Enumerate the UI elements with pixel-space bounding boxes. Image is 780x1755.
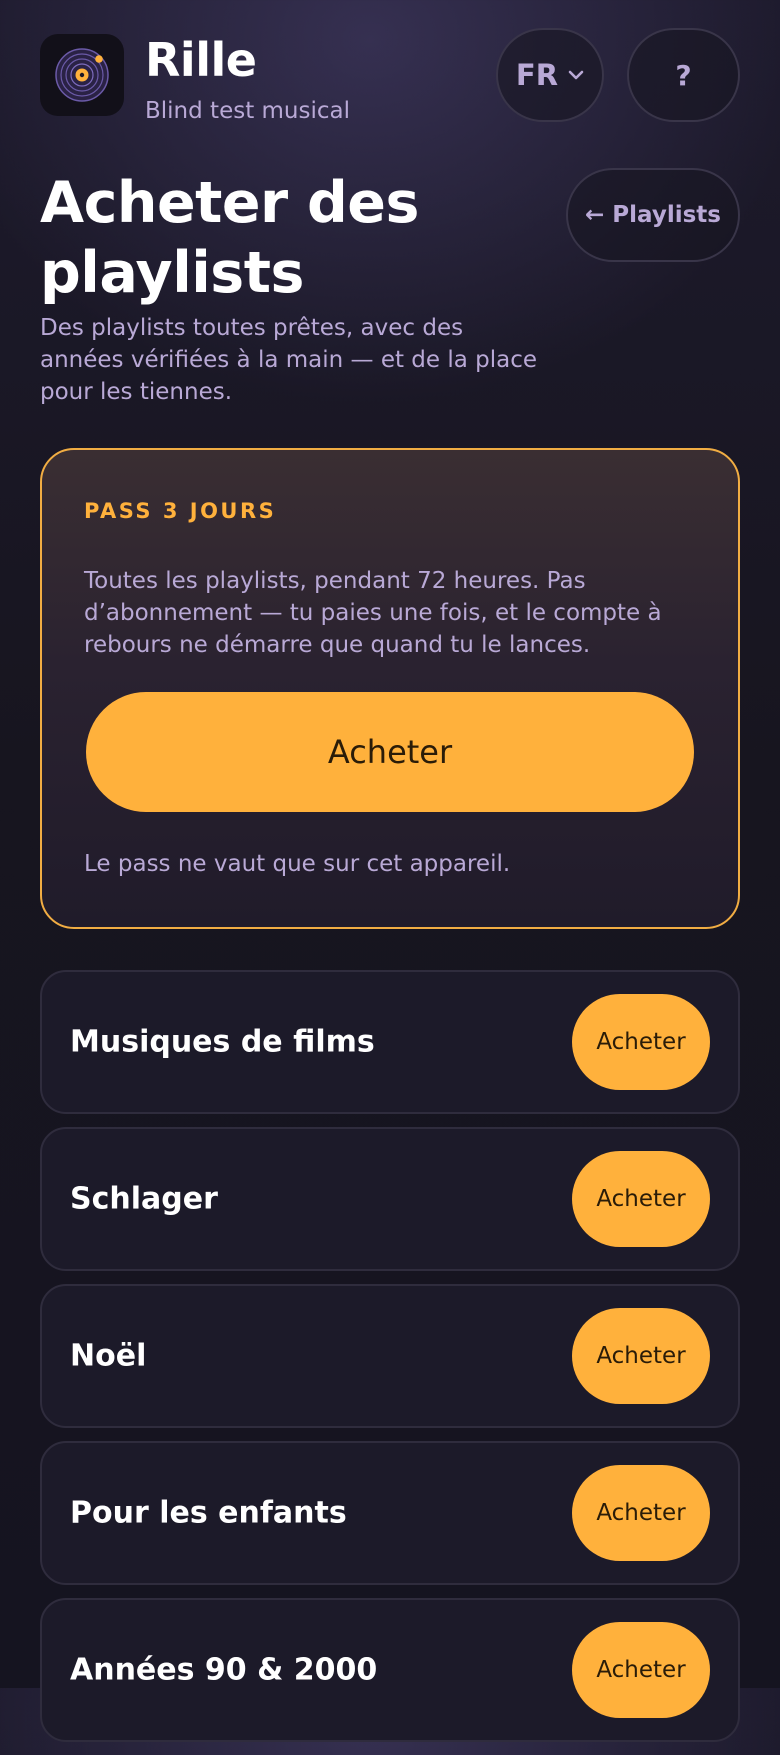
playlist-list: Musiques de films Acheter Schlager Achet… [40, 970, 740, 1755]
playlist-name: Pour les enfants [70, 1495, 347, 1531]
language-selector[interactable]: FR [496, 28, 604, 122]
app-name: Rille [145, 33, 257, 87]
playlist-row: Musiques de films Acheter [40, 970, 740, 1114]
back-to-playlists-button[interactable]: ← Playlists [566, 168, 740, 262]
playlist-buy-button[interactable]: Acheter [572, 1465, 710, 1561]
pass-description: Toutes les playlists, pendant 72 heures.… [84, 568, 662, 658]
vinyl-record-icon [55, 48, 109, 102]
help-button[interactable]: ? [627, 28, 740, 122]
page-subtitle: Des playlists toutes prêtes, avec des an… [40, 315, 538, 405]
playlist-name: Années 90 & 2000 [70, 1652, 378, 1688]
help-icon: ? [675, 58, 692, 92]
language-label: FR [515, 58, 559, 92]
playlist-row: Années 90 & 2000 Acheter [40, 1598, 740, 1742]
playlist-name: Noël [70, 1338, 147, 1374]
app-tagline: Blind test musical [145, 98, 351, 124]
pass-eyebrow: PASS 3 JOURS [84, 499, 277, 523]
playlist-buy-button[interactable]: Acheter [572, 1151, 710, 1247]
playlist-name: Musiques de films [70, 1024, 375, 1060]
playlist-row: Noël Acheter [40, 1284, 740, 1428]
playlist-buy-button[interactable]: Acheter [572, 1308, 710, 1404]
playlist-name: Schlager [70, 1181, 218, 1217]
page-title: Acheter des playlists [40, 170, 419, 306]
playlist-row: Schlager Acheter [40, 1127, 740, 1271]
playlist-buy-button[interactable]: Acheter [572, 1622, 710, 1718]
playlist-row: Pour les enfants Acheter [40, 1441, 740, 1585]
app-logo [40, 34, 124, 116]
pass-buy-button[interactable]: Acheter [86, 692, 694, 812]
playlist-buy-button[interactable]: Acheter [572, 994, 710, 1090]
pass-note: Le pass ne vaut que sur cet appareil. [84, 851, 511, 877]
chevron-down-icon [568, 70, 584, 80]
